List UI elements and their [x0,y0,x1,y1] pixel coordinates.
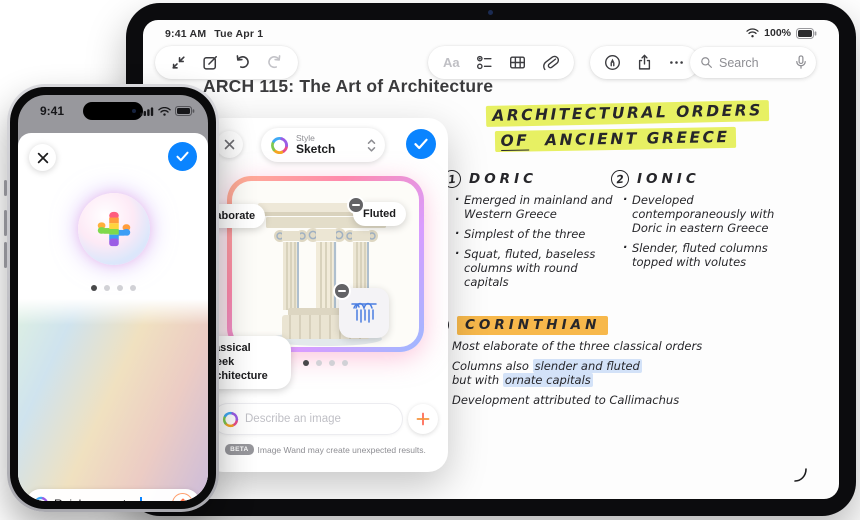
compose-icon[interactable] [202,54,219,71]
remove-sketch-button[interactable] [333,282,351,300]
hw-main-title-line2: OF ANCIENT GREECE [455,127,775,151]
text-format-button[interactable]: Aa [443,55,460,70]
status-time: 9:41 AM [165,28,206,40]
status-date: Tue Apr 1 [214,28,263,40]
page-curl[interactable] [793,467,811,485]
close-button[interactable] [216,131,243,158]
ipad-status-right: 100% [746,27,817,39]
dynamic-island [83,102,143,120]
iphone-device: 9:41 [7,84,219,512]
hw-bullet: Simplest of the three [455,227,615,241]
close-button[interactable] [29,144,56,171]
hw-heading-ionic: IONIC [637,171,700,187]
hw-bullet: Most elaborate of the three classical or… [443,339,723,353]
ipad-toolbar-tools [590,46,699,79]
confirm-button[interactable] [168,142,197,171]
ipad-device: 9:41 AM Tue Apr 1 100% [126,3,856,516]
hw-bullet: Development attributed to Callimachus [443,393,703,407]
submit-prompt-button[interactable] [172,493,193,501]
ipad-screen: 9:41 AM Tue Apr 1 100% [143,20,839,499]
hw-section-ionic: 2 IONIC Developed contemporaneously with… [611,170,821,275]
wifi-icon [158,107,171,116]
hw-number-circle: 2 [610,169,630,189]
search-icon [700,56,713,69]
ipad-toolbar-format: Aa [428,46,574,79]
checklist-icon[interactable] [476,54,493,71]
volume-up-button [4,210,7,236]
hw-heading-doric: DORIC [469,171,537,187]
hw-bullet: Columns also slender and flutedbut with … [443,359,773,387]
image-page-dots[interactable] [18,285,208,291]
style-picker[interactable]: Style Sketch [261,128,385,162]
ipad-status-bar: 9:41 AM Tue Apr 1 [165,28,263,40]
hw-bullet: Slender, fluted columns topped with volu… [623,241,773,269]
redo-icon[interactable] [266,54,283,71]
add-button[interactable] [408,404,438,434]
hw-bullet: Emerged in mainland and Western Greece [455,193,615,221]
wifi-icon [746,28,759,38]
front-camera [488,10,493,15]
markup-icon[interactable] [604,54,621,71]
image-wand-icon [222,411,239,428]
prompt-text: Rainbow cactus [54,497,167,502]
beta-disclaimer: BETA Image Wand may create unexpected re… [203,444,448,455]
front-camera [132,109,136,113]
rainbow-cactus [98,212,130,246]
cellular-icon [140,107,154,116]
hw-bullet: Developed contemporaneously with Doric i… [623,193,783,235]
more-icon[interactable] [668,54,685,71]
text-caret [140,497,142,502]
hw-section-corinthian: 3 CORINTHIAN Most elaborate of the three… [431,316,831,413]
battery-icon [796,28,817,39]
remove-tag-fluted-button[interactable] [347,196,365,214]
describe-image-field[interactable]: Describe an image [213,404,402,434]
hw-section-doric: 1 DORIC Emerged in mainland and Western … [443,170,615,295]
chevron-updown-icon [367,139,376,152]
table-icon[interactable] [509,54,526,71]
hw-heading-corinthian: CORINTHIAN [457,316,608,335]
hw-main-title-line1: ARCHITECTURAL ORDERS [455,100,800,125]
iphone-screen: 9:41 [18,95,208,501]
action-button [4,180,7,196]
undo-icon[interactable] [234,54,251,71]
style-value: Sketch [296,143,360,156]
image-wand-panel: Style Sketch [203,118,448,472]
volume-down-button [4,242,7,268]
prompt-field[interactable]: Rainbow cactus [26,489,200,501]
search-input[interactable] [719,56,789,70]
confirm-button[interactable] [406,129,436,159]
playground-gradient-area: Rainbow cactus “cactus” cactuses [18,299,208,501]
collapse-icon[interactable] [170,54,187,71]
ipad-toolbar-left [155,46,298,79]
image-playground-icon [33,496,49,502]
describe-image-placeholder: Describe an image [245,413,341,425]
dictation-icon[interactable] [795,55,807,70]
battery-icon [175,106,195,116]
iphone-status-icons [140,106,195,116]
status-time: 9:41 [40,104,64,118]
image-playground-icon [270,136,289,155]
battery-percent: 100% [764,27,791,39]
search-field[interactable] [690,47,816,78]
attachment-icon[interactable] [542,54,559,71]
image-playground-sheet: Rainbow cactus “cactus” cactuses [18,133,208,501]
hw-bullet: Squat, fluted, baseless columns with rou… [455,247,615,289]
share-icon[interactable] [636,54,653,71]
note-title: ARCH 115: The Art of Architecture [203,76,493,97]
generated-cactus-image[interactable] [78,193,150,265]
beta-badge: BETA [225,444,253,455]
screenshot-stage: 9:41 AM Tue Apr 1 100% [0,0,860,520]
disclaimer-text: Image Wand may create unexpected results… [258,445,426,455]
